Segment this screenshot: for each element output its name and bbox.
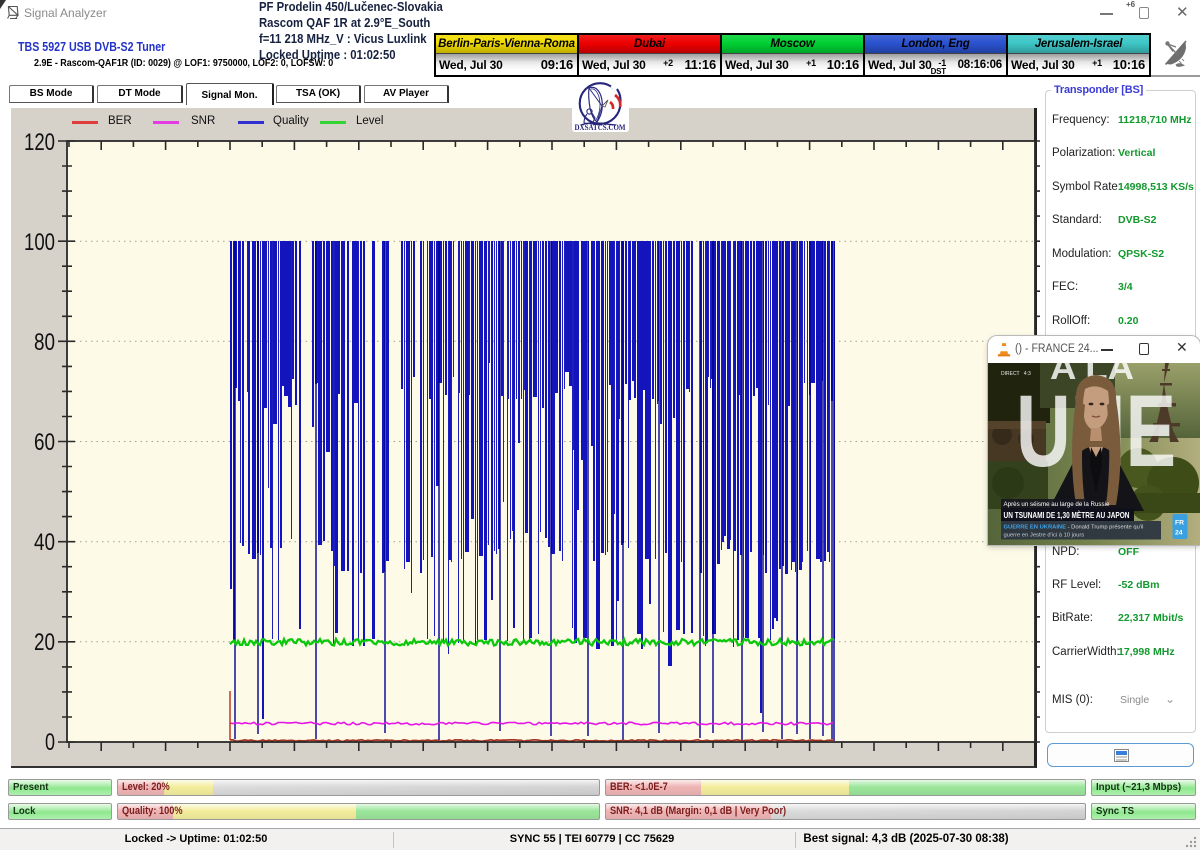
- svg-text:40: 40: [34, 529, 55, 556]
- svg-text:DIRECT 4:3: DIRECT 4:3: [1001, 371, 1031, 377]
- svg-text:80: 80: [34, 329, 55, 356]
- svg-text:DXSATCS.COM: DXSATCS.COM: [575, 123, 626, 132]
- svg-text:Après un séisme au large de la: Après un séisme au large de la Russie: [1004, 501, 1110, 508]
- svg-text:FR: FR: [1175, 520, 1184, 527]
- svg-text:guerre en Jestre d'ici à 10 jo: guerre en Jestre d'ici à 10 jours: [1004, 533, 1085, 539]
- svg-text:20: 20: [34, 629, 55, 656]
- svg-text:24: 24: [1175, 530, 1183, 537]
- svg-text:120: 120: [24, 129, 55, 156]
- svg-text:GUERRE EN UKRAINE - Donald Tru: GUERRE EN UKRAINE - Donald Trump présent…: [1004, 525, 1144, 531]
- svg-text:UN TSUNAMI DE 1,30 MÈTRE AU JA: UN TSUNAMI DE 1,30 MÈTRE AU JAPON: [1004, 509, 1130, 520]
- svg-text:100: 100: [24, 229, 55, 256]
- svg-text:0: 0: [45, 729, 55, 756]
- svg-text:60: 60: [34, 429, 55, 456]
